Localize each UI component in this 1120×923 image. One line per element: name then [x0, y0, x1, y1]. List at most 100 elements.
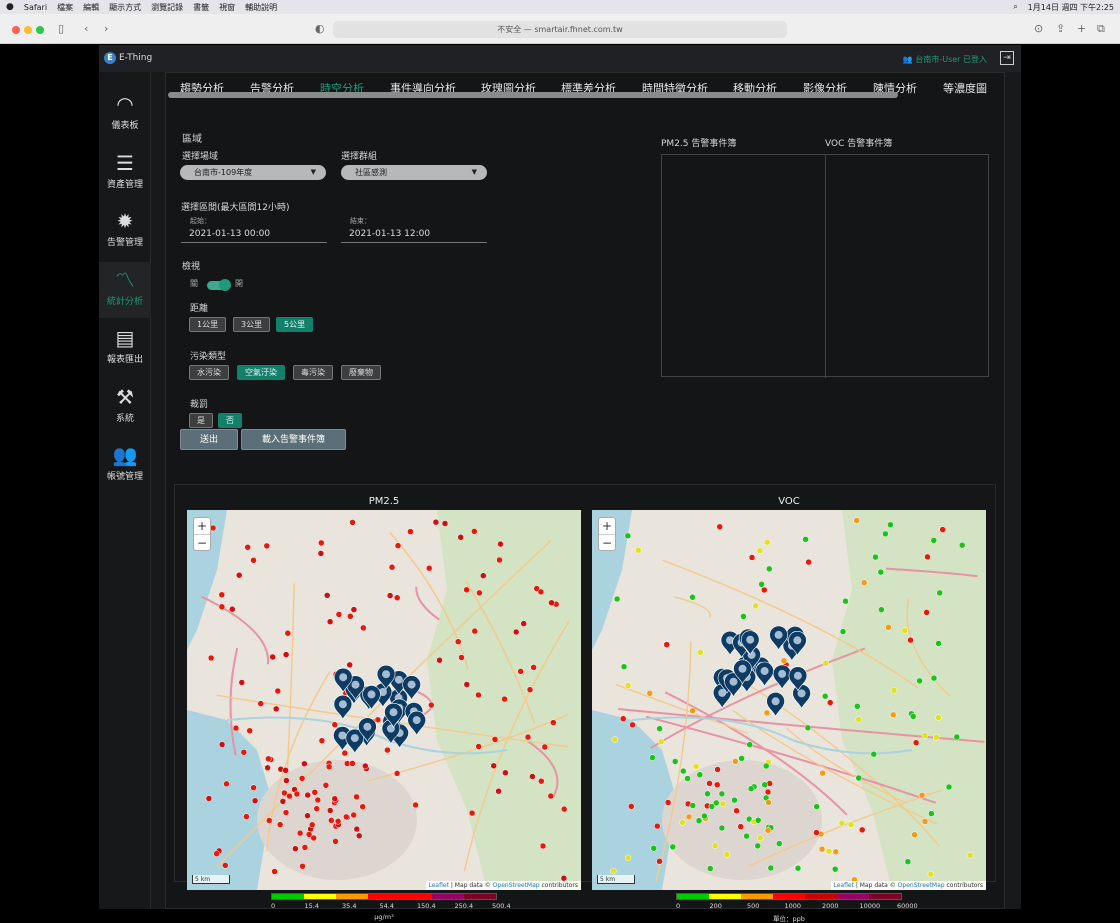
- sidebar-item-5[interactable]: ⚒ 系統: [99, 379, 151, 435]
- download-icon[interactable]: ⊙: [1034, 22, 1043, 35]
- sensor-dot: [945, 783, 953, 791]
- forward-icon[interactable]: ›: [104, 22, 108, 35]
- zoom-control: + −: [598, 517, 616, 551]
- pollution-option-2[interactable]: 毒污染: [293, 365, 333, 380]
- sensor-dot: [244, 544, 251, 551]
- logout-icon[interactable]: ⇥: [1000, 51, 1014, 65]
- zoom-in-button[interactable]: +: [194, 518, 210, 535]
- menu-edit[interactable]: 編輯: [83, 2, 99, 13]
- sensor-dot: [293, 790, 301, 798]
- menu-window[interactable]: 視窗: [219, 2, 235, 13]
- sensor-dot: [819, 769, 826, 777]
- newspaper-icon: ▤: [115, 326, 135, 350]
- zoom-out-button[interactable]: −: [599, 535, 615, 552]
- app-logo[interactable]: E E-Thing: [104, 52, 152, 64]
- sensor-dot: [463, 586, 470, 594]
- sensor-dot: [624, 854, 632, 862]
- map-panel: PM2.5 + −5 km Leaflet | Map data © OpenStr…: [174, 484, 996, 923]
- menu-history[interactable]: 瀏覽記錄: [151, 2, 183, 13]
- events-divider: [825, 155, 826, 378]
- sensor-dot: [805, 558, 812, 566]
- sensor-dot: [274, 687, 282, 695]
- end-datetime-input[interactable]: 2021-01-13 12:00: [341, 229, 487, 243]
- sidebar-item-4[interactable]: ▤ 報表匯出: [99, 320, 151, 376]
- pollution-option-1[interactable]: 空氣汙染: [237, 365, 285, 380]
- penalty-option-0[interactable]: 是: [189, 413, 213, 428]
- minimize-window-button[interactable]: [24, 26, 32, 34]
- start-datetime-input[interactable]: 2021-01-13 00:00: [181, 229, 327, 243]
- view-toggle[interactable]: [207, 279, 231, 291]
- sensor-dot: [858, 826, 866, 834]
- search-icon[interactable]: ⌕: [1013, 2, 1017, 13]
- sensor-dot: [767, 864, 775, 872]
- sidebar-item-3[interactable]: 〽統計分析: [99, 261, 151, 318]
- sensor-dot: [384, 746, 391, 754]
- sensor-dot: [711, 842, 719, 849]
- sensor-dot: [412, 801, 419, 809]
- sensor-dot: [911, 831, 918, 838]
- distance-option-1[interactable]: 3公里: [233, 317, 271, 332]
- tab-overview-icon[interactable]: ⧉: [1097, 22, 1105, 36]
- back-icon[interactable]: ‹: [84, 22, 88, 35]
- sensor-dot: [901, 627, 908, 634]
- browser-toolbar: ▯ ‹ › ◐ 不安全 — smartair.fhnet.com.tw ⊙ ⇪ …: [0, 14, 1120, 44]
- zoom-out-button[interactable]: −: [194, 535, 210, 552]
- location-pin-icon: [407, 710, 426, 736]
- sidebar-toggle-icon[interactable]: ▯: [58, 22, 64, 35]
- legend-swatch: [272, 894, 304, 899]
- sensor-dot: [538, 777, 545, 785]
- clock[interactable]: 1月14日 週四 下午2:25: [1028, 2, 1114, 13]
- sensor-dot: [680, 767, 687, 775]
- sensor-dot: [360, 624, 367, 632]
- zoom-window-button[interactable]: [36, 26, 44, 34]
- sensor-dot: [684, 775, 691, 782]
- sidebar-item-2[interactable]: ✹ 告警管理: [99, 203, 151, 259]
- tab-10[interactable]: 等濃度圖: [943, 80, 987, 96]
- share-icon[interactable]: ⇪: [1056, 22, 1065, 35]
- menu-safari[interactable]: Safari: [24, 3, 47, 12]
- menu-help[interactable]: 輔助說明: [245, 2, 277, 13]
- privacy-shield-icon[interactable]: ◐: [315, 22, 325, 35]
- submit-button[interactable]: 送出: [180, 429, 238, 450]
- osm-link[interactable]: OpenStreetMap: [493, 882, 540, 889]
- sidebar-item-6[interactable]: 👥 帳號管理: [99, 437, 151, 493]
- pollution-option-0[interactable]: 水污染: [189, 365, 229, 380]
- sensor-dot: [740, 613, 747, 620]
- penalty-option-1[interactable]: 否: [218, 413, 242, 428]
- zoom-in-button[interactable]: +: [599, 518, 615, 535]
- tools-icon: ⚒: [116, 384, 134, 409]
- voc-map[interactable]: + − 5 km Leaflet | Map data © OpenStreetMap…: [592, 510, 986, 890]
- site-select[interactable]: 台南市-109年度 ▼: [180, 165, 326, 180]
- sensor-dot: [966, 852, 974, 859]
- pollution-option-3[interactable]: 廢棄物: [341, 365, 381, 380]
- group-select[interactable]: 社區感測 ▼: [341, 165, 487, 180]
- osm-link[interactable]: OpenStreetMap: [898, 882, 945, 889]
- legend-swatch: [400, 894, 432, 899]
- sensor-dot: [818, 845, 826, 853]
- sensor-dot: [218, 591, 226, 599]
- sidebar-item-1[interactable]: ☰ 資產管理: [99, 145, 151, 201]
- menu-file[interactable]: 檔案: [57, 2, 73, 13]
- distance-option-0[interactable]: 1公里: [189, 317, 227, 332]
- sensor-dot: [657, 738, 665, 746]
- sensor-dot: [747, 785, 755, 792]
- sensor-dot: [776, 840, 783, 847]
- leaflet-link[interactable]: Leaflet: [834, 882, 854, 889]
- load-alert-events-button[interactable]: 載入告警事件簿: [241, 429, 346, 450]
- distance-option-2[interactable]: 5公里: [276, 317, 314, 332]
- sidebar-item-0[interactable]: ◠ 儀表板: [99, 86, 151, 142]
- tabs-scrollbar[interactable]: [168, 92, 898, 98]
- sensor-dot: [529, 773, 536, 780]
- apple-menu-icon[interactable]: ●: [6, 2, 14, 12]
- pm25-map[interactable]: + − 5 km Leaflet | Map data © OpenStreetMap…: [187, 510, 581, 890]
- voc-events-title: VOC 告警事件簿: [825, 139, 893, 149]
- menu-view[interactable]: 顯示方式: [109, 2, 141, 13]
- sensor-dot: [826, 699, 834, 706]
- alert-events-table: [661, 154, 989, 378]
- road: [286, 583, 295, 787]
- leaflet-link[interactable]: Leaflet: [429, 882, 449, 889]
- close-window-button[interactable]: [12, 26, 20, 34]
- address-bar[interactable]: 不安全 — smartair.fhnet.com.tw: [333, 21, 787, 38]
- menu-bookmarks[interactable]: 書籤: [193, 2, 209, 13]
- new-tab-icon[interactable]: +: [1077, 22, 1086, 35]
